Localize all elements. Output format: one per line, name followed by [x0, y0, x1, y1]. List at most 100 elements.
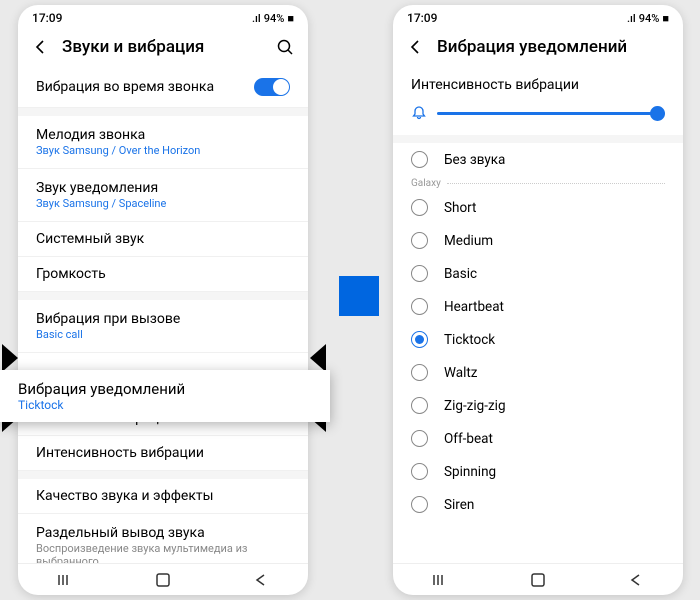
search-icon[interactable] [276, 38, 294, 56]
row-system-sound[interactable]: Системный звук [18, 222, 308, 257]
option-off-beat[interactable]: Off-beat [393, 422, 683, 455]
vibration-picker: Интенсивность вибрации Без звука Galaxy … [393, 67, 683, 563]
radio-icon[interactable] [411, 151, 428, 168]
option-label: Short [444, 200, 476, 216]
radio-icon[interactable] [411, 265, 428, 282]
slider-thumb[interactable] [650, 106, 665, 121]
option-label: Spinning [444, 464, 496, 480]
divider [18, 471, 308, 479]
row-ringtone[interactable]: Мелодия звонка Звук Samsung / Over the H… [18, 116, 308, 169]
divider [393, 135, 683, 143]
option-spinning[interactable]: Spinning [393, 455, 683, 488]
nav-recents-icon[interactable] [432, 573, 450, 587]
status-icons: .ıl 94% ■ [252, 12, 294, 25]
label: Вибрация уведомлений [18, 380, 312, 398]
option-label: Heartbeat [444, 299, 504, 315]
subtext: Звук Samsung / Spaceline [36, 197, 290, 210]
nav-home-icon[interactable] [529, 573, 547, 587]
page-title: Звуки и вибрация [62, 37, 262, 57]
option-basic[interactable]: Basic [393, 257, 683, 290]
battery-text: 94% [264, 12, 285, 25]
nav-bar [18, 563, 308, 595]
label: Звук уведомления [36, 180, 290, 196]
highlighted-row-notif-vibration[interactable]: Вибрация уведомлений Ticktock [0, 370, 330, 422]
nav-home-icon[interactable] [154, 573, 172, 587]
row-call-vibration[interactable]: Вибрация при вызове Basic call [18, 300, 308, 353]
option-label: Zig-zig-zig [444, 398, 506, 414]
callout-triangle-icon [2, 344, 18, 372]
divider [18, 108, 308, 116]
option-label: Waltz [444, 365, 478, 381]
phone-right: 17:09 .ıl 94% ■ Вибрация уведомлений Инт… [393, 5, 683, 595]
subtext: Ticktock [18, 398, 312, 412]
status-time: 17:09 [32, 11, 62, 25]
option-siren[interactable]: Siren [393, 488, 683, 521]
radio-icon[interactable] [411, 496, 428, 513]
radio-icon[interactable] [411, 232, 428, 249]
option-label: Off-beat [444, 431, 493, 447]
label: Вибрация при вызове [36, 311, 290, 327]
label: Вибрация во время звонка [36, 79, 254, 95]
back-icon[interactable] [407, 39, 423, 55]
row-notif-sound[interactable]: Звук уведомления Звук Samsung / Spacelin… [18, 169, 308, 222]
radio-icon[interactable] [411, 463, 428, 480]
subtext: Воспроизведение звука мультимедиа из выб… [36, 542, 290, 563]
option-label: Ticktock [444, 332, 495, 348]
nav-recents-icon[interactable] [57, 573, 75, 587]
row-volume[interactable]: Громкость [18, 257, 308, 292]
arrow-block [339, 276, 379, 316]
nav-back-icon[interactable] [626, 573, 644, 587]
nav-back-icon[interactable] [251, 573, 269, 587]
settings-list: Вибрация во время звонка Мелодия звонка … [18, 67, 308, 563]
label: Интенсивность вибрации [36, 445, 290, 461]
option-label: Basic [444, 266, 477, 282]
label: Громкость [36, 266, 290, 282]
row-intensity[interactable]: Интенсивность вибрации [18, 436, 308, 471]
row-separate-audio[interactable]: Раздельный вывод звука Воспроизведение з… [18, 514, 308, 563]
group-label: Galaxy [393, 176, 683, 191]
intensity-label: Интенсивность вибрации [411, 77, 665, 93]
radio-icon[interactable] [411, 331, 428, 348]
label: Мелодия звонка [36, 127, 290, 143]
option-silent[interactable]: Без звука [393, 143, 683, 176]
nav-bar [393, 563, 683, 595]
subtext: Basic call [36, 328, 290, 341]
status-bar: 17:09 .ıl 94% ■ [18, 5, 308, 27]
header-left: Звуки и вибрация [18, 27, 308, 67]
header-right: Вибрация уведомлений [393, 27, 683, 67]
subtext: Звук Samsung / Over the Horizon [36, 144, 290, 157]
page-title: Вибрация уведомлений [437, 37, 669, 57]
battery-icon: ■ [287, 12, 294, 25]
option-medium[interactable]: Medium [393, 224, 683, 257]
option-label: Siren [444, 497, 474, 513]
option-short[interactable]: Short [393, 191, 683, 224]
radio-list: Short Medium Basic Heartbeat Ticktock Waltz Zi… [393, 191, 683, 521]
signal-icon: .ıl [627, 12, 636, 25]
row-quality[interactable]: Качество звука и эффекты [18, 479, 308, 514]
label: Качество звука и эффекты [36, 488, 290, 504]
radio-icon[interactable] [411, 397, 428, 414]
toggle-switch[interactable] [254, 78, 290, 96]
bell-icon [411, 105, 427, 121]
radio-icon[interactable] [411, 298, 428, 315]
radio-icon[interactable] [411, 364, 428, 381]
status-icons: .ıl 94% ■ [627, 12, 669, 25]
option-waltz[interactable]: Waltz [393, 356, 683, 389]
slider-track[interactable] [437, 112, 665, 115]
signal-icon: .ıl [252, 12, 261, 25]
option-heartbeat[interactable]: Heartbeat [393, 290, 683, 323]
divider [18, 292, 308, 300]
label: Раздельный вывод звука [36, 525, 290, 541]
intensity-slider[interactable] [411, 105, 665, 121]
option-ticktock[interactable]: Ticktock [393, 323, 683, 356]
radio-icon[interactable] [411, 430, 428, 447]
status-bar: 17:09 .ıl 94% ■ [393, 5, 683, 27]
radio-icon[interactable] [411, 199, 428, 216]
option-zig-zig-zig[interactable]: Zig-zig-zig [393, 389, 683, 422]
intensity-section: Интенсивность вибрации [393, 67, 683, 135]
back-icon[interactable] [32, 39, 48, 55]
option-label: Medium [444, 233, 493, 249]
row-vibrate-on-ring[interactable]: Вибрация во время звонка [18, 67, 308, 108]
label: Системный звук [36, 231, 290, 247]
callout-triangle-icon [310, 344, 326, 372]
